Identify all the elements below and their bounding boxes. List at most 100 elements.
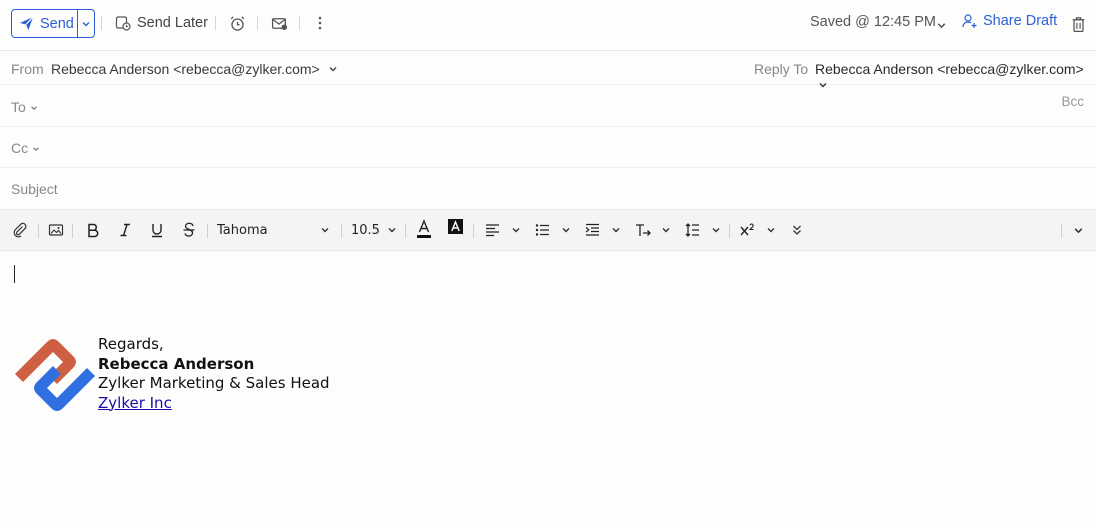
send-label: Send (40, 15, 74, 32)
toolbar-divider (207, 224, 208, 238)
toolbar-divider (299, 16, 300, 30)
mail-receipt-icon (271, 17, 288, 30)
bullet-list-icon (535, 224, 549, 236)
indent-icon (585, 223, 599, 236)
cc-field-toggle[interactable]: Cc (11, 140, 40, 156)
chevron-down-icon (321, 228, 329, 233)
image-icon (48, 224, 64, 236)
more-options-button[interactable] (313, 12, 327, 34)
insert-image-button[interactable] (48, 222, 64, 238)
discard-draft-button[interactable] (1071, 13, 1086, 35)
clock-send-icon (115, 16, 131, 31)
signature-name: Rebecca Anderson (98, 354, 255, 373)
reply-to-address: Rebecca Anderson <rebecca@zylker.com> (815, 61, 1084, 77)
format-toolbar: Tahoma 10.5 (0, 209, 1096, 251)
reminder-button[interactable] (229, 12, 246, 34)
send-button[interactable]: Send (12, 10, 78, 37)
cc-row[interactable]: Cc (0, 127, 1096, 168)
saved-versions-dropdown[interactable] (936, 14, 947, 36)
indent-button[interactable] (585, 222, 600, 238)
send-icon (19, 16, 34, 31)
request-receipt-button[interactable] (271, 12, 288, 34)
line-spacing-dropdown[interactable] (711, 225, 721, 235)
highlight-color-button[interactable] (448, 219, 463, 234)
message-body-editor[interactable]: Regards, Rebecca Anderson Zylker Marketi… (0, 252, 1096, 526)
attach-button[interactable] (12, 222, 28, 238)
underline-button[interactable] (150, 222, 164, 238)
more-format-options-button[interactable] (791, 224, 803, 236)
font-size-dropdown[interactable] (387, 225, 397, 235)
font-family-select[interactable]: Tahoma (217, 223, 268, 238)
text-color-button[interactable] (416, 219, 432, 239)
to-row[interactable]: To Bcc (0, 86, 1096, 127)
font-size-value: 10.5 (351, 223, 380, 238)
paperclip-icon (13, 222, 27, 238)
chevron-down-icon (937, 22, 946, 28)
text-direction-button[interactable] (635, 222, 651, 238)
company-link[interactable]: Zylker Inc (98, 394, 172, 412)
chevron-down-icon (712, 228, 720, 233)
send-later-button[interactable]: Send Later (115, 12, 208, 34)
send-later-label: Send Later (137, 15, 208, 31)
chevron-down-icon (512, 228, 520, 233)
send-button-group: Send (11, 9, 95, 38)
strikethrough-button[interactable] (182, 222, 196, 238)
text-direction-dropdown[interactable] (661, 225, 671, 235)
double-chevron-down-icon (793, 225, 801, 235)
chevron-down-icon (662, 228, 670, 233)
list-dropdown[interactable] (561, 225, 571, 235)
underline-icon (152, 224, 162, 238)
to-field-toggle[interactable]: To (11, 99, 38, 115)
chevron-down-icon (388, 228, 396, 233)
signature-title: Zylker Marketing & Sales Head (98, 374, 330, 392)
cc-label: Cc (11, 140, 29, 156)
from-row: From Rebecca Anderson <rebecca@zylker.co… (0, 51, 1096, 88)
chevron-down-icon (329, 67, 337, 72)
indent-dropdown[interactable] (611, 225, 621, 235)
align-button[interactable] (485, 222, 500, 238)
toolbar-divider (257, 16, 258, 30)
font-size-select[interactable]: 10.5 (351, 223, 380, 238)
from-label: From (11, 61, 44, 77)
toolbar-divider (215, 16, 216, 30)
background-color-icon (448, 219, 463, 234)
bold-icon (88, 223, 99, 238)
toolbar-divider (38, 224, 39, 238)
bcc-toggle[interactable]: Bcc (1061, 94, 1084, 109)
subject-row[interactable]: Subject (0, 168, 1096, 209)
collapse-toolbar-button[interactable] (1073, 225, 1084, 236)
toolbar-divider (101, 16, 102, 30)
more-vertical-icon (318, 16, 322, 30)
line-spacing-icon (685, 223, 699, 237)
from-address-select[interactable]: Rebecca Anderson <rebecca@zylker.com> (51, 61, 338, 77)
bullet-list-button[interactable] (535, 222, 550, 238)
bold-button[interactable] (86, 222, 100, 238)
superscript-button[interactable] (740, 222, 756, 238)
line-spacing-button[interactable] (685, 222, 700, 238)
align-dropdown[interactable] (511, 225, 521, 235)
chevron-down-icon (33, 147, 39, 152)
email-signature: Regards, Rebecca Anderson Zylker Marketi… (98, 335, 330, 413)
align-left-icon (486, 224, 499, 237)
toolbar-divider (72, 224, 73, 238)
text-direction-icon (636, 224, 651, 236)
strikethrough-icon (183, 222, 195, 237)
chevron-down-icon (562, 228, 570, 233)
trash-icon (1072, 16, 1085, 32)
alarm-clock-icon (230, 15, 245, 31)
text-cursor (14, 265, 15, 283)
subject-input[interactable]: Subject (11, 181, 58, 197)
font-family-value: Tahoma (217, 223, 268, 238)
italic-button[interactable] (118, 222, 132, 238)
superscript-icon (740, 223, 754, 236)
share-draft-button[interactable]: Share Draft (962, 13, 1057, 29)
chevron-down-icon (82, 21, 90, 26)
toolbar-divider (341, 224, 342, 238)
send-options-dropdown[interactable] (78, 10, 94, 37)
toolbar-divider (473, 224, 474, 238)
signature-greeting: Regards, (98, 335, 164, 353)
toolbar-divider (729, 224, 730, 238)
compose-toolbar: Send Send Later Saved @ 12:45 PM Share D… (0, 0, 1096, 51)
font-family-dropdown[interactable] (320, 225, 330, 235)
script-dropdown[interactable] (766, 225, 776, 235)
